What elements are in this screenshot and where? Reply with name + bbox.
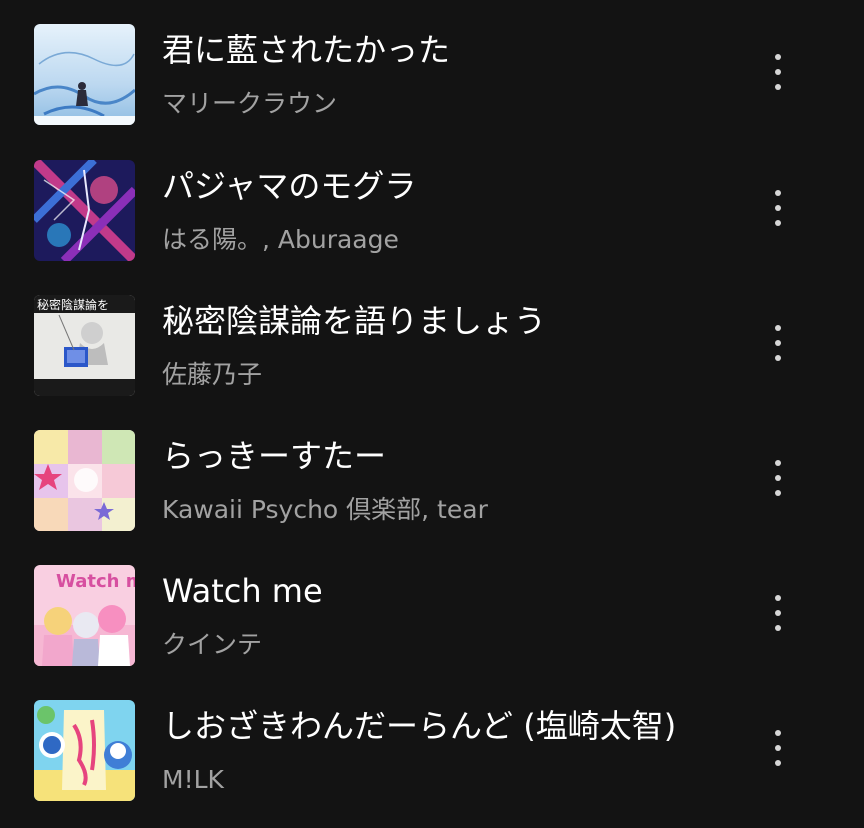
more-vertical-icon[interactable] <box>760 722 796 774</box>
cover-text: 秘密陰謀論を <box>37 297 109 312</box>
more-vertical-icon[interactable] <box>760 587 796 639</box>
album-cover-image-5: Watch me <box>34 565 135 666</box>
more-vertical-icon[interactable] <box>760 182 796 234</box>
album-cover[interactable] <box>34 160 135 261</box>
track-title: らっきーすたー <box>162 437 387 475</box>
track-row[interactable]: しおざきわんだーらんど (塩崎太智) M!LK <box>0 676 864 810</box>
more-vertical-icon[interactable] <box>760 317 796 369</box>
album-cover[interactable] <box>34 430 135 531</box>
album-cover[interactable]: Watch me <box>34 565 135 666</box>
album-cover[interactable] <box>34 24 135 125</box>
track-title: しおざきわんだーらんど (塩崎太智) <box>162 707 677 745</box>
album-cover-image-4 <box>34 430 135 531</box>
track-row[interactable]: らっきーすたー Kawaii Psycho 倶楽部, tear <box>0 406 864 540</box>
more-vertical-icon[interactable] <box>760 452 796 504</box>
track-title: パジャマのモグラ <box>162 167 417 205</box>
track-artist: 佐藤乃子 <box>162 360 263 389</box>
album-cover[interactable] <box>34 700 135 801</box>
album-cover-image-6 <box>34 700 135 801</box>
track-artist: M!LK <box>162 765 224 794</box>
track-artist: はる陽。, Aburaage <box>162 225 399 254</box>
album-cover-image-3: 秘密陰謀論を <box>34 295 135 396</box>
more-vertical-icon[interactable] <box>760 46 796 98</box>
track-title: 君に藍されたかった <box>162 31 451 69</box>
track-row[interactable]: パジャマのモグラ はる陽。, Aburaage <box>0 136 864 270</box>
track-row[interactable]: 君に藍されたかった マリークラウン <box>0 0 864 134</box>
track-artist: マリークラウン <box>162 89 338 118</box>
cover-text: Watch me <box>56 571 135 592</box>
track-list: 君に藍されたかった マリークラウン パジャマのモグラ はる陽。, Aburaag… <box>0 0 864 828</box>
track-title: Watch me <box>162 572 323 610</box>
track-title: 秘密陰謀論を語りましょう <box>162 302 547 340</box>
album-cover-image-2 <box>34 160 135 261</box>
album-cover-image-1 <box>34 24 135 125</box>
album-cover[interactable]: 秘密陰謀論を <box>34 295 135 396</box>
track-artist: Kawaii Psycho 倶楽部, tear <box>162 495 488 524</box>
track-row[interactable]: 秘密陰謀論を 秘密陰謀論を語りましょう 佐藤乃子 <box>0 271 864 405</box>
track-artist: クインテ <box>162 630 263 659</box>
track-row[interactable]: Watch me Watch me クインテ <box>0 541 864 675</box>
